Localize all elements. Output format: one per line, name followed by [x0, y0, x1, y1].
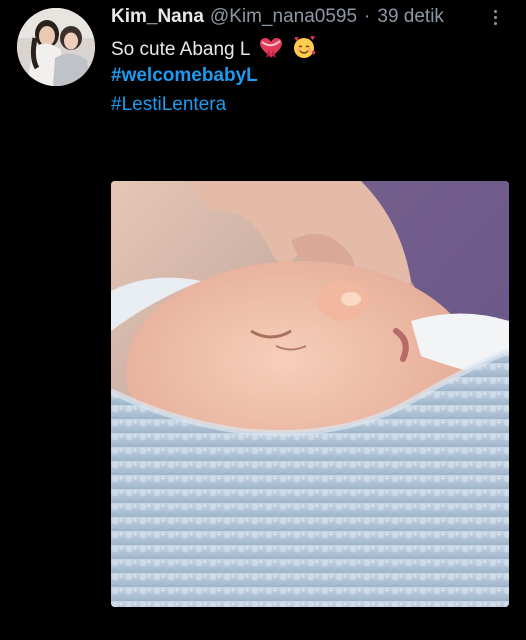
user-handle[interactable]: @Kim_nana0595 [210, 6, 357, 28]
tweet-header: Kim_Nana @Kim_nana0595 · 39 detik [111, 6, 444, 30]
heart-ribbon-icon [259, 37, 283, 59]
separator-dot: · [364, 6, 371, 27]
timestamp[interactable]: 39 detik [377, 6, 444, 28]
avatar[interactable] [17, 8, 95, 86]
tweet-text: So cute Abang L [111, 35, 316, 62]
hashtag-link-2[interactable]: #LestiLentera [111, 93, 226, 117]
more-options-icon[interactable] [488, 6, 502, 28]
tweet: Kim_Nana @Kim_nana0595 · 39 detik So cut… [0, 0, 526, 640]
display-name[interactable]: Kim_Nana [111, 6, 204, 28]
smiling-face-with-hearts-icon [292, 35, 316, 59]
tweet-text-content: So cute Abang L [111, 39, 250, 60]
tweet-photo[interactable] [111, 181, 509, 607]
hashtag-link-1[interactable]: #welcomebabyL [111, 64, 258, 88]
